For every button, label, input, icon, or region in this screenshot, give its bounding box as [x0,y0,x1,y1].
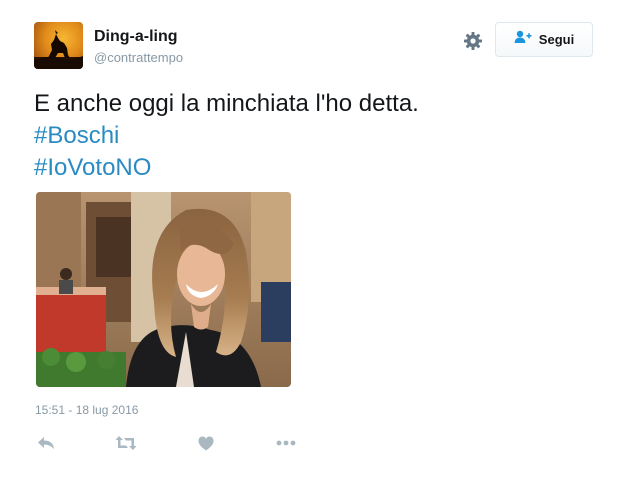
add-person-icon [514,30,532,49]
tweet-photo[interactable] [36,192,291,387]
avatar[interactable] [34,22,83,69]
reply-icon[interactable] [34,432,58,454]
hashtag-link-iovotono[interactable]: #IoVotoNO [34,152,594,184]
hashtag-link-boschi[interactable]: #Boschi [34,120,594,152]
tweet-card: Ding-a-ling @contrattempo Segui E anche … [0,0,630,482]
follow-button[interactable]: Segui [495,22,593,57]
display-name[interactable]: Ding-a-ling [94,28,178,46]
follow-button-label: Segui [538,32,575,47]
tweet-text-line: E anche oggi la minchiata l'ho detta. [34,90,419,117]
gear-icon[interactable] [462,30,484,52]
user-handle[interactable]: @contrattempo [94,50,183,65]
retweet-icon[interactable] [114,432,138,454]
tweet-actions [34,432,334,454]
more-dots-icon[interactable] [274,432,298,454]
tweet-timestamp[interactable]: 15:51 - 18 lug 2016 [35,403,138,417]
tweet-text: E anche oggi la minchiata l'ho detta. #B… [34,88,594,184]
heart-icon[interactable] [194,432,218,454]
wolf-avatar-icon [34,30,83,69]
